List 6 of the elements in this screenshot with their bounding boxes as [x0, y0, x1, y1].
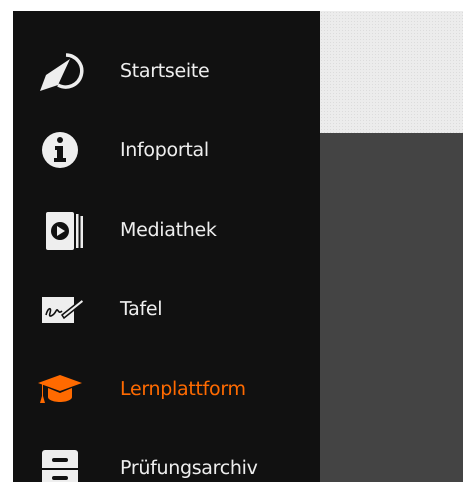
sidebar-item[interactable]: Lernplattform — [13, 349, 320, 428]
sidebar-item[interactable]: Startseite — [13, 31, 320, 110]
sidebar-item[interactable]: Tafel — [13, 270, 320, 349]
sidebar-item[interactable]: Mediathek — [13, 190, 320, 270]
sidebar-item[interactable]: Prüfungsarchiv — [13, 428, 320, 482]
sidebar-item[interactable]: Infoportal — [13, 110, 320, 190]
